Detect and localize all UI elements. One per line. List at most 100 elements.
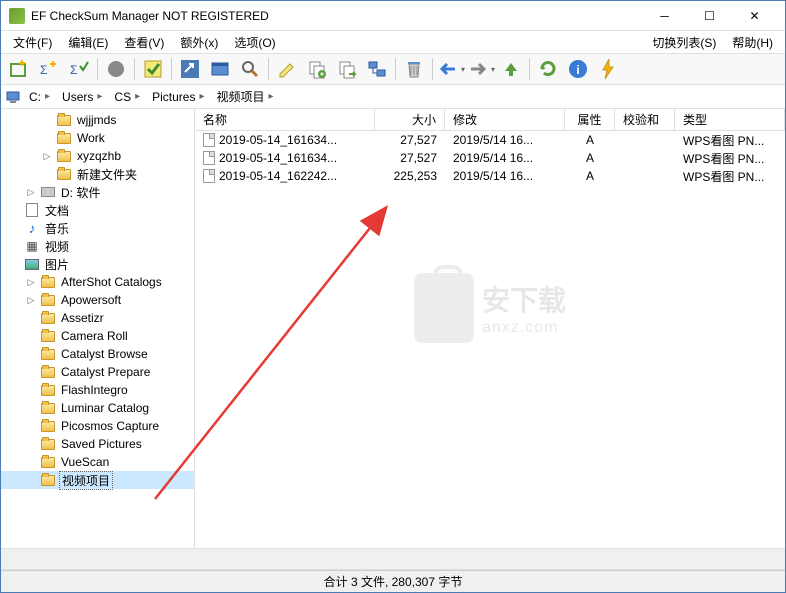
tree-item[interactable]: 文档 xyxy=(1,201,194,219)
menu-help[interactable]: 帮助(H) xyxy=(724,32,781,53)
folder-icon xyxy=(40,347,56,361)
folder-icon xyxy=(40,311,56,325)
tree-item[interactable]: ▷D: 软件 xyxy=(1,183,194,201)
breadcrumb-item[interactable]: 视频项目▸ xyxy=(211,86,280,107)
expander-icon[interactable] xyxy=(41,132,53,144)
menu-view[interactable]: 查看(V) xyxy=(116,32,172,53)
expander-icon[interactable]: ▷ xyxy=(25,186,37,198)
tree-item[interactable]: FlashIntegro xyxy=(1,381,194,399)
record-button[interactable] xyxy=(102,55,130,83)
expander-icon[interactable] xyxy=(25,312,37,324)
tree-item[interactable]: VueScan xyxy=(1,453,194,471)
expander-icon[interactable] xyxy=(41,114,53,126)
expander-icon[interactable] xyxy=(25,456,37,468)
expander-icon[interactable]: ▷ xyxy=(41,150,53,162)
tree-item[interactable]: Luminar Catalog xyxy=(1,399,194,417)
tree-item[interactable]: Saved Pictures xyxy=(1,435,194,453)
tree-label: 视频项目 xyxy=(59,471,113,490)
tree-label: 音乐 xyxy=(43,220,71,237)
column-name[interactable]: 名称 xyxy=(195,109,375,130)
verify-button[interactable] xyxy=(139,55,167,83)
tree-item[interactable]: ▷Apowersoft xyxy=(1,291,194,309)
copy-next-button[interactable] xyxy=(333,55,361,83)
new-checksum-button[interactable] xyxy=(5,55,33,83)
folder-icon xyxy=(40,329,56,343)
tree-item[interactable]: ♪音乐 xyxy=(1,219,194,237)
tree-label: VueScan xyxy=(59,455,111,469)
column-checksum[interactable]: 校验和 xyxy=(615,109,675,130)
expander-icon[interactable] xyxy=(41,168,53,180)
expander-icon[interactable] xyxy=(25,348,37,360)
forward-button[interactable]: ▾ xyxy=(467,55,495,83)
tree-item[interactable]: Picosmos Capture xyxy=(1,417,194,435)
sigma-add-button[interactable]: Σ xyxy=(35,55,63,83)
expander-icon[interactable] xyxy=(25,474,37,486)
up-button[interactable] xyxy=(497,55,525,83)
tree-item[interactable]: Work xyxy=(1,129,194,147)
tree-item[interactable]: Catalyst Prepare xyxy=(1,363,194,381)
tree-item[interactable]: 图片 xyxy=(1,255,194,273)
copy-add-button[interactable] xyxy=(303,55,331,83)
list-row[interactable]: 2019-05-14_161634...27,5272019/5/14 16..… xyxy=(195,131,785,149)
trash-button[interactable] xyxy=(400,55,428,83)
folder-icon xyxy=(40,473,56,487)
expander-icon[interactable] xyxy=(9,240,21,252)
tree-item[interactable]: Camera Roll xyxy=(1,327,194,345)
tree-item[interactable]: ▦视频 xyxy=(1,237,194,255)
close-button[interactable]: ✕ xyxy=(732,2,777,30)
refresh-button[interactable] xyxy=(534,55,562,83)
expander-icon[interactable] xyxy=(9,222,21,234)
tree-item[interactable]: ▷AfterShot Catalogs xyxy=(1,273,194,291)
info-button[interactable]: i xyxy=(564,55,592,83)
expander-icon[interactable]: ▷ xyxy=(25,276,37,288)
tree-label: 视频 xyxy=(43,238,71,255)
statusbar-spacer xyxy=(1,548,785,570)
shortcut-button[interactable] xyxy=(176,55,204,83)
tree-item[interactable]: 视频项目 xyxy=(1,471,194,489)
minimize-button[interactable]: ─ xyxy=(642,2,687,30)
expander-icon[interactable] xyxy=(25,402,37,414)
expander-icon[interactable] xyxy=(25,330,37,342)
column-attr[interactable]: 属性 xyxy=(565,109,615,130)
expander-icon[interactable] xyxy=(9,204,21,216)
column-modified[interactable]: 修改 xyxy=(445,109,565,130)
expander-icon[interactable] xyxy=(25,384,37,396)
window-button[interactable] xyxy=(206,55,234,83)
folder-icon xyxy=(56,131,72,145)
column-type[interactable]: 类型 xyxy=(675,109,785,130)
expander-icon[interactable] xyxy=(25,438,37,450)
back-button[interactable]: ▾ xyxy=(437,55,465,83)
menu-edit[interactable]: 编辑(E) xyxy=(60,32,116,53)
breadcrumb-item[interactable]: C:▸ xyxy=(23,88,56,106)
tree-item[interactable]: wjjjmds xyxy=(1,111,194,129)
bolt-button[interactable] xyxy=(594,55,622,83)
tree-item[interactable]: 新建文件夹 xyxy=(1,165,194,183)
breadcrumb-item[interactable]: Pictures▸ xyxy=(146,88,210,106)
network-button[interactable] xyxy=(363,55,391,83)
menu-switch-list[interactable]: 切换列表(S) xyxy=(644,32,724,53)
edit-button[interactable] xyxy=(273,55,301,83)
titlebar: EF CheckSum Manager NOT REGISTERED ─ ☐ ✕ xyxy=(1,1,785,31)
tree-item[interactable]: Assetizr xyxy=(1,309,194,327)
menu-file[interactable]: 文件(F) xyxy=(5,32,60,53)
sidebar-tree[interactable]: wjjjmdsWork▷xyzqzhb新建文件夹▷D: 软件文档♪音乐▦视频图片… xyxy=(1,109,195,548)
menu-options[interactable]: 选项(O) xyxy=(226,32,283,53)
expander-icon[interactable] xyxy=(25,366,37,378)
expander-icon[interactable] xyxy=(25,420,37,432)
expander-icon[interactable] xyxy=(9,258,21,270)
search-button[interactable] xyxy=(236,55,264,83)
status-text: 合计 3 文件, 280,307 字节 xyxy=(324,573,463,590)
column-size[interactable]: 大小 xyxy=(375,109,445,130)
list-row[interactable]: 2019-05-14_161634...27,5272019/5/14 16..… xyxy=(195,149,785,167)
sigma-check-button[interactable]: Σ xyxy=(65,55,93,83)
maximize-button[interactable]: ☐ xyxy=(687,2,732,30)
menu-extra[interactable]: 额外(x) xyxy=(172,32,226,53)
breadcrumb-item[interactable]: CS▸ xyxy=(108,88,146,106)
list-row[interactable]: 2019-05-14_162242...225,2532019/5/14 16.… xyxy=(195,167,785,185)
list-body[interactable]: 2019-05-14_161634...27,5272019/5/14 16..… xyxy=(195,131,785,548)
folder-icon xyxy=(56,149,72,163)
expander-icon[interactable]: ▷ xyxy=(25,294,37,306)
tree-item[interactable]: ▷xyzqzhb xyxy=(1,147,194,165)
breadcrumb-item[interactable]: Users▸ xyxy=(56,88,108,106)
tree-item[interactable]: Catalyst Browse xyxy=(1,345,194,363)
